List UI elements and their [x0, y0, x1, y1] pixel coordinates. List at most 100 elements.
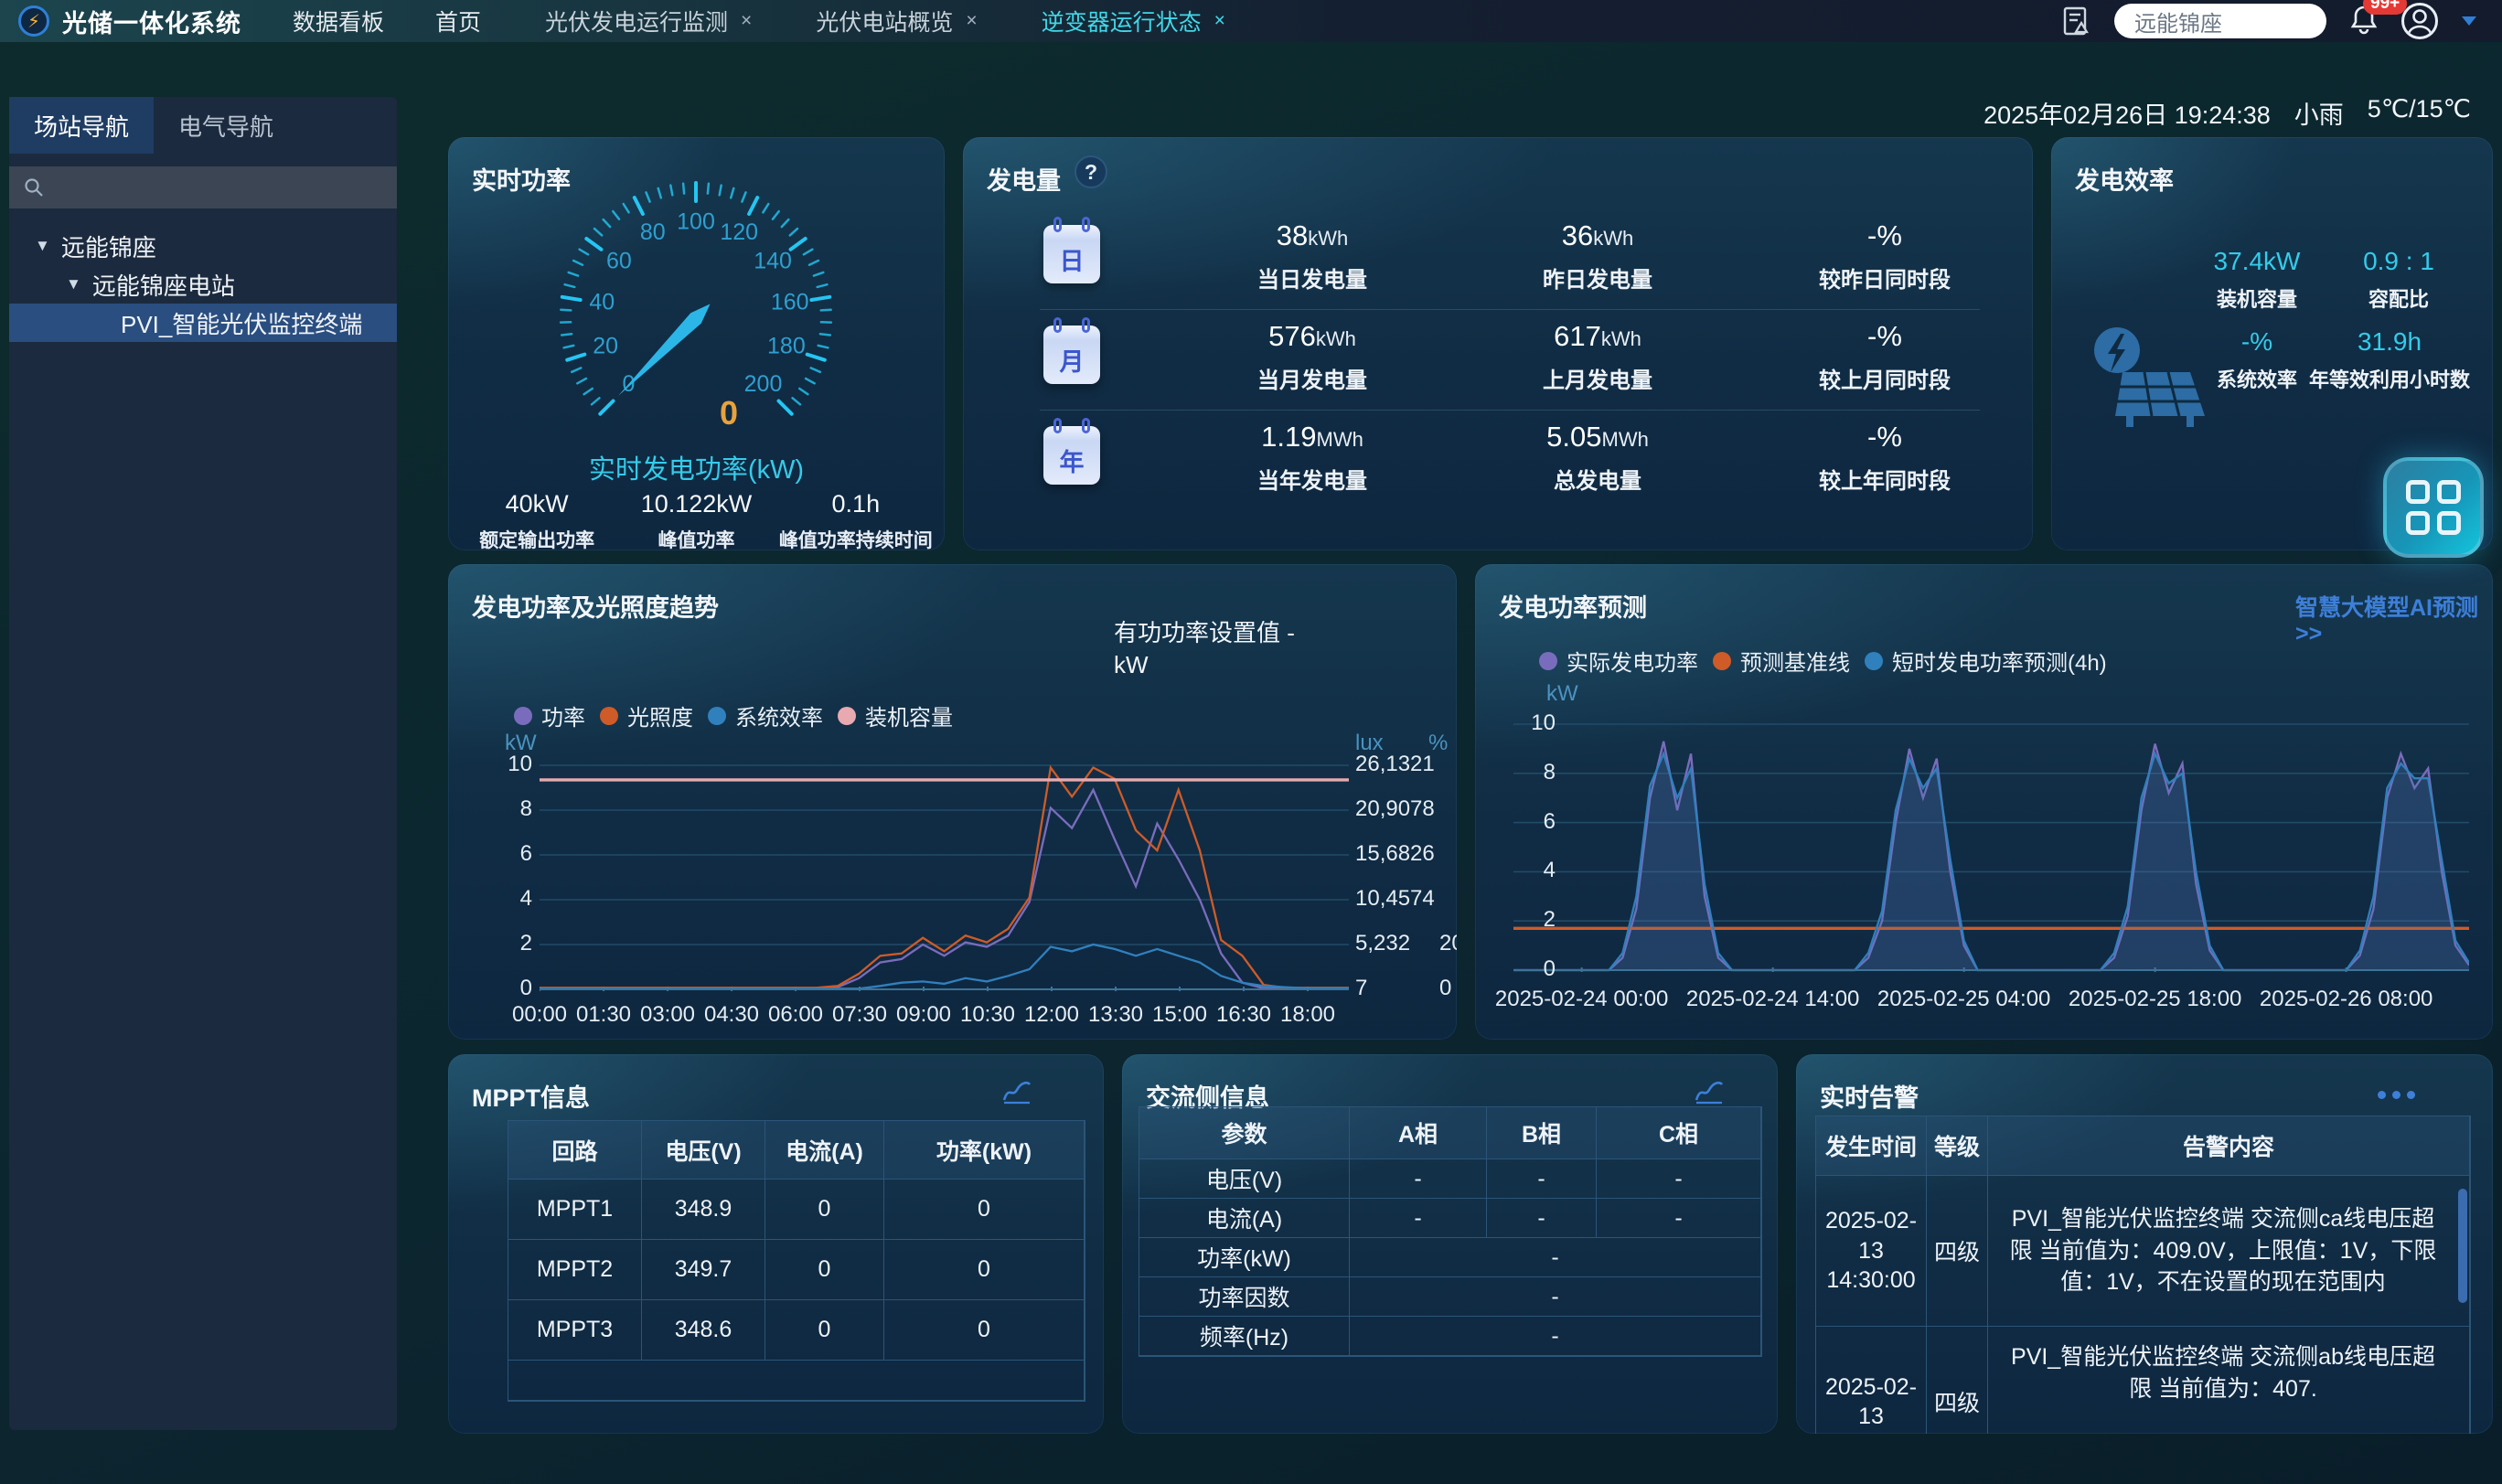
col-header: 发生时间	[1816, 1116, 1927, 1176]
widget-menu-button[interactable]	[2383, 457, 2484, 558]
tab-pv-operation-monitor[interactable]: 光伏发电运行监测 ×	[545, 5, 752, 37]
close-icon[interactable]: ×	[1214, 10, 1225, 32]
more-icon[interactable]	[2378, 1091, 2415, 1099]
realtime-stats: 40kW 额定输出功率 10.122kW 峰值功率 0.1h 峰值功率持续时间	[457, 490, 936, 550]
tab-inverter-status[interactable]: 逆变器运行状态 ×	[1042, 5, 1225, 37]
yesterday-energy-value: 36	[1562, 219, 1593, 251]
tree-node-label: 远能锦座电站	[92, 268, 235, 302]
panel-title: 发电量	[987, 161, 1061, 197]
peak-power-label: 峰值功率	[616, 526, 775, 550]
panel-energy: 发电量 ? 日 38kWh当日发电量 36kWh昨日发电量 -%较昨日同时段 月…	[963, 137, 2033, 550]
table-cell: MPPT3	[508, 1300, 642, 1361]
table-cell: -	[1350, 1159, 1487, 1199]
sidebar-search-input[interactable]	[53, 175, 364, 200]
merged-cell: -	[1350, 1277, 1761, 1317]
help-icon[interactable]: ?	[1075, 155, 1107, 188]
nav-item-home[interactable]: 首页	[435, 5, 481, 37]
legend-item-irradiance[interactable]: 光照度	[600, 699, 693, 731]
tab-pv-station-overview[interactable]: 光伏电站概览 ×	[816, 5, 977, 37]
tree-node-station-group[interactable]: ▼ 远能锦座	[9, 227, 397, 265]
tree-node-terminal-selected[interactable]: PVI_智能光伏监控终端	[9, 304, 397, 342]
forecast-legend: 实际发电功率 预测基准线 短时发电功率预测(4h)	[1539, 645, 2107, 677]
close-icon[interactable]: ×	[966, 10, 977, 32]
legend-item-shortterm-forecast[interactable]: 短时发电功率预测(4h)	[1865, 645, 2107, 677]
legend-item-forecast-baseline[interactable]: 预测基准线	[1713, 645, 1850, 677]
table-cell: 348.6	[642, 1300, 765, 1361]
notifications[interactable]: 99+	[2350, 4, 2378, 39]
legend-item-actual-power[interactable]: 实际发电功率	[1539, 645, 1698, 677]
legend-item-system-efficiency[interactable]: 系统效率	[708, 699, 823, 731]
alarm-level: 四级	[1927, 1176, 1988, 1327]
legend-dot	[514, 707, 532, 725]
legend-dot	[600, 707, 618, 725]
day-energy-value: 38	[1277, 219, 1308, 251]
sidebar-tab-electric-nav[interactable]: 电气导航	[154, 97, 298, 154]
month-energy-value: 576	[1268, 320, 1316, 352]
calendar-year-icon: 年	[1043, 426, 1100, 485]
param-cell: 电流(A)	[1139, 1199, 1350, 1238]
avatar[interactable]	[2401, 3, 2438, 39]
panel-power-forecast: 发电功率预测 智慧大模型AI预测 >> 实际发电功率 预测基准线 短时发电功率预…	[1475, 564, 2493, 1040]
status-bar: 2025年02月26日 19:24:38 小雨 5℃/15℃	[1983, 95, 2471, 131]
col-header: 电压(V)	[642, 1121, 765, 1180]
month-compare-label: 较上月同时段	[1738, 362, 2031, 394]
svg-text:60: 60	[606, 249, 632, 274]
line-chart-icon[interactable]	[1001, 1078, 1032, 1105]
tab-label: 逆变器运行状态	[1042, 5, 1202, 37]
panel-title: 发电功率及光照度趋势	[472, 588, 719, 624]
sidebar-search[interactable]	[9, 166, 397, 208]
panel-title: 发电效率	[2075, 161, 2174, 197]
scrollbar-thumb[interactable]	[2458, 1189, 2467, 1303]
col-header: 回路	[508, 1121, 642, 1180]
notification-badge: 99+	[2363, 0, 2407, 15]
calendar-month-icon: 月	[1043, 326, 1100, 384]
svg-text:180: 180	[767, 334, 806, 359]
nav-item-data-board[interactable]: 数据看板	[293, 5, 384, 37]
alarm-time: 2025-02-13	[1816, 1327, 1927, 1434]
equivalent-hours: 31.9h年等效利用小时数	[2294, 327, 2486, 393]
datetime: 2025年02月26日 19:24:38	[1983, 95, 2271, 131]
col-header: C相	[1597, 1107, 1761, 1159]
dashboard: ⚡ 光储一体化系统 数据看板 首页 光伏发电运行监测 × 光伏电站概览 × 逆变…	[0, 0, 2502, 1484]
report-icon[interactable]	[2063, 6, 2090, 36]
panel-title: 发电功率预测	[1499, 588, 1647, 624]
col-header: 参数	[1139, 1107, 1350, 1159]
col-header: 等级	[1927, 1116, 1988, 1176]
energy-row-day: 日 38kWh当日发电量 36kWh昨日发电量 -%较昨日同时段	[963, 208, 2033, 309]
tree-node-plant[interactable]: ▼ 远能锦座电站	[9, 265, 397, 304]
svg-text:40: 40	[589, 289, 615, 315]
ai-forecast-link[interactable]: 智慧大模型AI预测	[2295, 590, 2478, 623]
tab-label: 光伏发电运行监测	[545, 5, 728, 37]
year-compare-label: 较上年同时段	[1738, 463, 2031, 495]
installed-capacity: 37.4kW装机容量	[2188, 247, 2326, 313]
tree-expand-icon[interactable]: ▼	[66, 275, 81, 294]
search-icon	[24, 177, 44, 198]
legend-item-power[interactable]: 功率	[514, 699, 585, 731]
alarm-content: PVI_智能光伏监控终端 交流侧ab线电压超限 当前值为：407.	[1988, 1327, 2470, 1434]
weather: 小雨	[2294, 95, 2344, 131]
rated-power-value: 40kW	[457, 490, 616, 518]
table-cell: 0	[765, 1300, 884, 1361]
line-chart-icon[interactable]	[1694, 1078, 1725, 1105]
ai-forecast-link-arrows[interactable]: >>	[2295, 621, 2322, 647]
table-cell: 348.9	[642, 1180, 765, 1240]
chevron-down-icon[interactable]	[2462, 16, 2476, 26]
table-cell: 0	[765, 1240, 884, 1300]
sidebar: 场站导航 电气导航 ▼ 远能锦座 ▼ 远能锦座电站 PVI_智能光伏监控终端	[9, 97, 397, 1430]
rated-power-label: 额定输出功率	[457, 526, 616, 550]
panel-power-irradiance-trend: 发电功率及光照度趋势 有功功率设置值 -kW 功率 光照度 系统效率 装机容量 …	[448, 564, 1457, 1040]
table-cell: MPPT1	[508, 1180, 642, 1240]
panel-realtime-power: 实时功率 0204060801001201401601802000 实时发电功率…	[448, 137, 945, 550]
svg-text:100: 100	[677, 209, 715, 235]
svg-text:0: 0	[720, 394, 738, 432]
station-search-input[interactable]	[2114, 4, 2326, 38]
table-cell: -	[1597, 1159, 1761, 1199]
app-title: 光储一体化系统	[62, 4, 241, 39]
close-icon[interactable]: ×	[741, 10, 752, 32]
tree-expand-icon[interactable]: ▼	[35, 237, 50, 255]
col-header: 电流(A)	[765, 1121, 884, 1180]
sidebar-tab-station-nav[interactable]: 场站导航	[9, 97, 154, 154]
total-energy-label: 总发电量	[1451, 463, 1744, 495]
legend-item-capacity[interactable]: 装机容量	[838, 699, 953, 731]
temperature: 5℃/15℃	[2368, 95, 2471, 131]
